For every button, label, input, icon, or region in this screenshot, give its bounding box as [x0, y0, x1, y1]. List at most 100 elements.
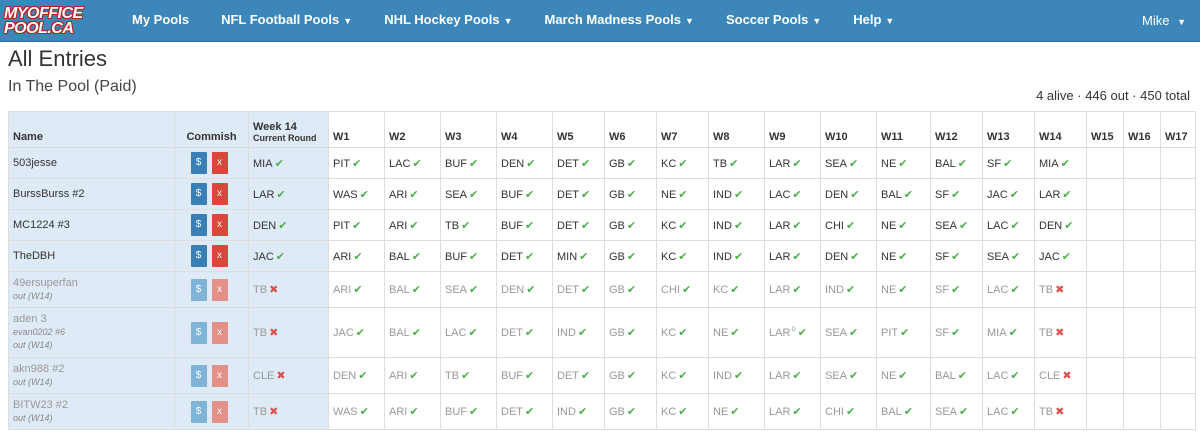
mark-paid-button[interactable]: $ [190, 364, 207, 387]
checkmark-icon: ✔ [850, 188, 860, 201]
entry-name[interactable]: BurssBurss #2 [13, 188, 85, 200]
checkmark-icon: ✔ [469, 284, 479, 296]
entry-name-cell: MC1224 #3 [8, 209, 175, 241]
pick-team: DEN [1039, 219, 1063, 232]
pick-team: CLE [253, 370, 275, 382]
pick-team: TB [713, 157, 728, 170]
remove-entry-button[interactable]: x [211, 214, 228, 236]
checkmark-icon: ✔ [845, 284, 856, 296]
checkmark-icon: ✔ [1060, 157, 1070, 170]
checkmark-icon: ✔ [409, 188, 419, 201]
checkmark-icon: ✔ [1061, 250, 1071, 263]
pick-team: KC [661, 219, 677, 232]
col-header-current-week: Week 14 Current Round [248, 111, 329, 148]
remove-entry-button[interactable]: x [211, 321, 228, 344]
remove-entry-button[interactable]: x [211, 183, 228, 205]
entry-name[interactable]: BITW23 #2 [13, 399, 68, 411]
mark-paid-button[interactable]: $ [190, 245, 207, 267]
remove-entry-button[interactable]: x [211, 278, 228, 301]
remove-entry-button[interactable]: x [211, 245, 228, 267]
week-pick-cell: BUF ✔ [440, 393, 497, 430]
checkmark-icon: ✔ [849, 157, 859, 170]
pick-team: JAC [1039, 250, 1060, 263]
commish-cell: $ x [174, 393, 249, 430]
pick-team: SF [935, 250, 950, 263]
user-menu[interactable]: Mike ▼ [1142, 0, 1186, 43]
mark-paid-button[interactable]: $ [190, 400, 207, 423]
pick-team: TB [1039, 327, 1054, 339]
checkmark-icon: ✔ [845, 219, 856, 232]
week-pick-cell: ARI ✔ [384, 178, 441, 210]
col-header-week-14: W14 [1034, 111, 1087, 148]
pick-team: CLE [1039, 370, 1061, 382]
week-pick-cell [1086, 393, 1124, 430]
table-row: BITW23 #2 out (W14) $ x TB ✖ WAS ✔ ARI ✔ BUF ✔ DET ✔ I… [8, 393, 1196, 430]
checkmark-icon: ✔ [412, 157, 422, 170]
pick-team: ARI [333, 250, 352, 263]
checkmark-icon: ✔ [730, 406, 740, 418]
remove-entry-button[interactable]: x [211, 364, 228, 387]
remove-entry-button[interactable]: x [211, 152, 228, 174]
week-pick-cell: SEA ✔ [930, 393, 983, 430]
pick-team: DET [501, 327, 523, 339]
entry-name[interactable]: aden 3 [13, 313, 47, 325]
week-pick-cell: TB ✖ [1034, 393, 1087, 430]
entry-name[interactable]: MC1224 #3 [13, 219, 70, 231]
pick-team: JAC [253, 250, 274, 263]
week-pick-cell: SEA ✔ [930, 209, 983, 241]
col-header-week-1: W1 [328, 111, 385, 148]
entries-table-container: Name Commish Week 14 Current Round W1 W2 W… [8, 111, 1196, 430]
week-pick-cell: GB ✔ [604, 178, 657, 210]
mark-paid-button[interactable]: $ [190, 152, 207, 174]
checkmark-icon: ✔ [581, 188, 591, 201]
nav-item-my-pools[interactable]: My Pools [116, 0, 205, 42]
pick-team: DET [557, 157, 579, 170]
pick-team: LAR [769, 370, 791, 382]
checkmark-icon: ✔ [903, 406, 914, 418]
checkmark-icon: ✔ [959, 406, 969, 418]
nav-item-help[interactable]: Help ▼ [837, 0, 910, 42]
checkmark-icon: ✔ [275, 250, 285, 263]
mark-paid-button[interactable]: $ [190, 214, 207, 236]
page-title: All Entries [8, 46, 108, 71]
nav-item-nhl-hockey-pools[interactable]: NHL Hockey Pools ▼ [368, 0, 528, 42]
pick-team: IND [557, 327, 576, 339]
week-pick-cell [1123, 178, 1161, 210]
checkmark-icon: ✔ [274, 157, 284, 170]
remove-entry-button[interactable]: x [211, 400, 228, 423]
nav-item-label: NFL Football Pools [221, 12, 340, 27]
nav-item-nfl-football-pools[interactable]: NFL Football Pools ▼ [205, 0, 368, 42]
pick-team: TB [1039, 406, 1054, 418]
week-pick-cell: JAC ✔ [1034, 240, 1087, 272]
nav-item-march-madness-pools[interactable]: March Madness Pools ▼ [528, 0, 709, 42]
pick-team: BAL [389, 250, 410, 263]
pick-team: PIT [333, 157, 351, 170]
nav-item-soccer-pools[interactable]: Soccer Pools ▼ [710, 0, 837, 42]
x-mark-icon: ✖ [269, 406, 279, 418]
entry-name[interactable]: 503jesse [13, 157, 57, 169]
week-pick-cell [1123, 271, 1161, 308]
week-pick-cell: MIA ✔ [1034, 147, 1087, 179]
pick-team: CHI [661, 284, 680, 296]
mark-paid-button[interactable]: $ [190, 278, 207, 301]
entry-out-status: out (W14) [13, 290, 53, 301]
entry-name[interactable]: akn988 #2 [13, 363, 64, 375]
entry-name[interactable]: 49ersuperfan [13, 277, 78, 289]
mark-paid-button[interactable]: $ [190, 183, 207, 205]
current-round-label: Current Round [253, 133, 317, 143]
pick-team: DET [557, 188, 579, 201]
week-pick-cell: IND ✔ [552, 393, 605, 430]
col-header-name[interactable]: Name [8, 111, 175, 148]
week-pick-cell: TB ✔ [440, 357, 497, 394]
entry-name[interactable]: TheDBH [13, 250, 55, 262]
week-pick-cell [1160, 240, 1196, 272]
current-round-pick: MIA ✔ [248, 147, 329, 179]
week-pick-cell: KC ✔ [708, 271, 765, 308]
col-header-commish: Commish [174, 111, 249, 148]
mark-paid-button[interactable]: $ [190, 321, 207, 344]
pick-team: BAL [935, 370, 956, 382]
checkmark-icon: ✔ [411, 284, 422, 296]
site-logo[interactable]: MYOFFICE POOL.CA [4, 0, 104, 42]
week-pick-cell: SEA ✔ [820, 147, 877, 179]
pick-team: GB [609, 284, 625, 296]
